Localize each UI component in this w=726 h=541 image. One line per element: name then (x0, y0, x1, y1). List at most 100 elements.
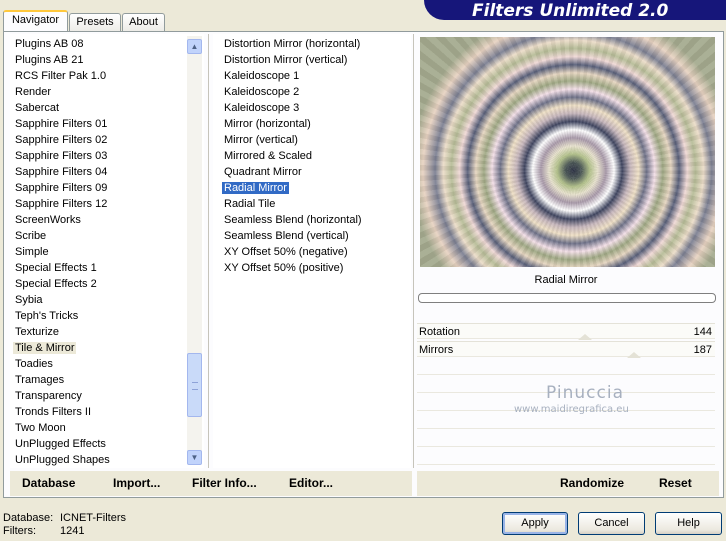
category-item[interactable]: Tronds Filters II (11, 404, 186, 420)
filter-item[interactable]: Seamless Blend (vertical) (220, 228, 364, 244)
filter-info-button[interactable]: Filter Info... (192, 476, 257, 490)
filter-label: Radial Tile (224, 198, 276, 210)
filters-count-label: Filters: (3, 525, 36, 537)
preview-filter-name: Radial Mirror (534, 274, 598, 286)
param-value: 187 (693, 344, 712, 356)
filter-item[interactable]: Mirror (horizontal) (220, 116, 364, 132)
filter-item[interactable]: Mirrored & Scaled (220, 148, 364, 164)
category-label: UnPlugged Shapes (15, 454, 110, 466)
filter-item[interactable]: Radial Tile (220, 196, 364, 212)
category-label: Sapphire Filters 01 (15, 118, 108, 130)
category-label: Sabercat (15, 102, 60, 114)
filter-item[interactable]: XY Offset 50% (positive) (220, 260, 364, 276)
filter-label: Mirror (vertical) (224, 134, 298, 146)
filter-label: Distortion Mirror (horizontal) (224, 38, 361, 50)
category-label: Sapphire Filters 12 (15, 198, 108, 210)
category-item[interactable]: Transparency (11, 388, 186, 404)
tab-navigator[interactable]: Navigator (3, 10, 68, 31)
category-item[interactable]: Sapphire Filters 03 (11, 148, 186, 164)
category-label: Simple (15, 246, 49, 258)
category-label: Sapphire Filters 02 (15, 134, 108, 146)
category-item[interactable]: Tile & Mirror (11, 340, 186, 356)
apply-button[interactable]: Apply (502, 512, 568, 535)
tab-about[interactable]: About (122, 13, 165, 32)
filter-label: Kaleidoscope 3 (224, 102, 300, 114)
filter-item[interactable]: Mirror (vertical) (220, 132, 364, 148)
category-item[interactable]: Sapphire Filters 09 (11, 180, 186, 196)
category-item[interactable]: Render (11, 84, 186, 100)
category-item[interactable]: Sybia (11, 292, 186, 308)
scroll-up-icon[interactable]: ▲ (187, 39, 202, 54)
progress-bar (418, 293, 716, 303)
filter-label: Kaleidoscope 1 (224, 70, 300, 82)
slider-marker[interactable] (627, 352, 641, 358)
category-label: Sapphire Filters 09 (15, 182, 108, 194)
filter-item[interactable]: Kaleidoscope 3 (220, 100, 364, 116)
category-item[interactable]: Simple (11, 244, 186, 260)
category-label: Render (15, 86, 52, 98)
database-button[interactable]: Database (22, 476, 75, 490)
category-label: Transparency (15, 390, 82, 402)
category-item[interactable]: Scribe (11, 228, 186, 244)
category-item[interactable]: Plugins AB 08 (11, 36, 186, 52)
database-value: ICNET-Filters (60, 512, 126, 524)
category-label: Tronds Filters II (15, 406, 91, 418)
slider-marker[interactable] (578, 334, 592, 340)
category-list[interactable]: Plugins AB 08 Plugins AB 21 RCS Filter Pak… (10, 34, 204, 468)
divider (413, 34, 414, 468)
filter-item[interactable]: Radial Mirror (220, 180, 364, 196)
cancel-button[interactable]: Cancel (578, 512, 645, 535)
filter-label: Seamless Blend (horizontal) (224, 214, 362, 226)
category-item[interactable]: Sapphire Filters 04 (11, 164, 186, 180)
category-label: UnPlugged Effects (15, 438, 106, 450)
filter-label: Mirror (horizontal) (224, 118, 311, 130)
filter-label: Radial Mirror (222, 182, 289, 194)
param-mirrors[interactable]: Mirrors 187 (417, 341, 715, 358)
category-item[interactable]: Special Effects 2 (11, 276, 186, 292)
param-rotation[interactable]: Rotation 144 (417, 323, 715, 340)
category-label: Two Moon (15, 422, 66, 434)
filter-item[interactable]: XY Offset 50% (negative) (220, 244, 364, 260)
preview-image[interactable] (420, 37, 715, 267)
filter-item[interactable]: Kaleidoscope 2 (220, 84, 364, 100)
param-empty-row (417, 413, 715, 429)
editor-button[interactable]: Editor... (289, 476, 333, 490)
filter-item[interactable]: Seamless Blend (horizontal) (220, 212, 364, 228)
import-button[interactable]: Import... (113, 476, 160, 490)
filter-item[interactable]: Distortion Mirror (horizontal) (220, 36, 364, 52)
category-item[interactable]: Sapphire Filters 02 (11, 132, 186, 148)
tab-presets[interactable]: Presets (69, 13, 121, 32)
category-item[interactable]: Sabercat (11, 100, 186, 116)
category-label: Sybia (15, 294, 43, 306)
filter-item[interactable]: Kaleidoscope 1 (220, 68, 364, 84)
category-item[interactable]: Tramages (11, 372, 186, 388)
filter-item[interactable]: Distortion Mirror (vertical) (220, 52, 364, 68)
help-button[interactable]: Help (655, 512, 722, 535)
divider (208, 34, 209, 468)
category-item[interactable]: ScreenWorks (11, 212, 186, 228)
scroll-thumb[interactable] (187, 353, 202, 417)
category-item[interactable]: Texturize (11, 324, 186, 340)
filter-item[interactable]: Quadrant Mirror (220, 164, 364, 180)
category-item[interactable]: Teph's Tricks (11, 308, 186, 324)
category-item[interactable]: Toadies (11, 356, 186, 372)
randomize-button[interactable]: Randomize (560, 476, 624, 490)
database-label: Database: (3, 512, 54, 524)
category-item[interactable]: UnPlugged Effects (11, 436, 186, 452)
category-scrollbar[interactable]: ▲ ▼ (187, 36, 202, 465)
filter-label: Quadrant Mirror (224, 166, 302, 178)
category-item[interactable]: Plugins AB 21 (11, 52, 186, 68)
category-item[interactable]: Sapphire Filters 01 (11, 116, 186, 132)
scroll-down-icon[interactable]: ▼ (187, 450, 202, 465)
category-item[interactable]: Special Effects 1 (11, 260, 186, 276)
reset-button[interactable]: Reset (659, 476, 692, 490)
category-item[interactable]: Two Moon (11, 420, 186, 436)
category-label: Sapphire Filters 04 (15, 166, 108, 178)
category-item[interactable]: Sapphire Filters 12 (11, 196, 186, 212)
category-item[interactable]: RCS Filter Pak 1.0 (11, 68, 186, 84)
category-label: Teph's Tricks (15, 310, 79, 322)
filter-label: XY Offset 50% (negative) (224, 246, 348, 258)
category-item[interactable]: UnPlugged Shapes (11, 452, 186, 468)
filter-list[interactable]: Distortion Mirror (horizontal) Distortion… (213, 34, 411, 468)
category-label: Plugins AB 08 (15, 38, 84, 50)
